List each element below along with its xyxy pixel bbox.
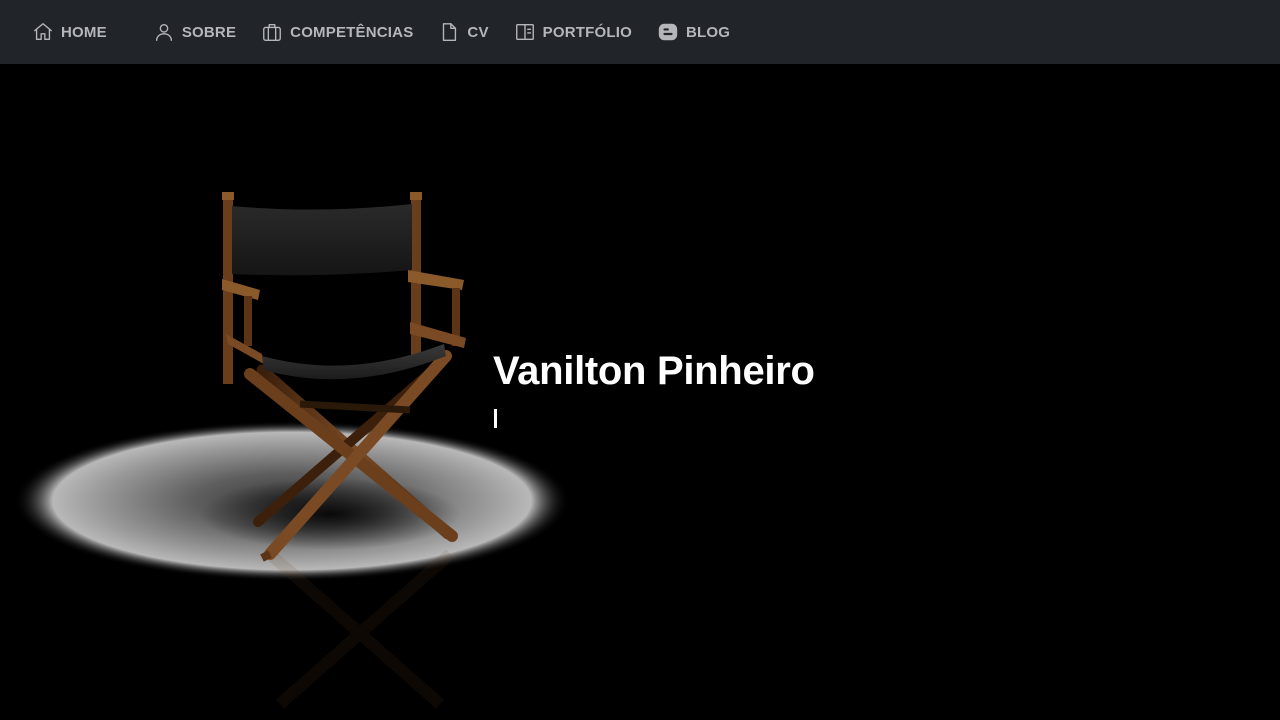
top-navbar: HOME SOBRE COMPETÊNCIAS CV PORTFÓLIO BLO… — [0, 0, 1280, 64]
briefcase-icon — [261, 21, 283, 43]
hero-section: Vanilton Pinheiro — [0, 64, 1280, 720]
nav-item-label: HOME — [61, 23, 107, 41]
nav-item-label: PORTFÓLIO — [542, 23, 632, 41]
nav-item-sobre[interactable]: SOBRE — [153, 0, 236, 64]
nav-item-label: BLOG — [685, 23, 731, 41]
nav-item-cv[interactable]: CV — [438, 0, 488, 64]
user-icon — [153, 21, 175, 43]
nav-item-label: SOBRE — [181, 23, 237, 41]
typed-text-cursor — [494, 409, 497, 428]
nav-item-label: COMPETÊNCIAS — [290, 23, 414, 41]
hero-name: Vanilton Pinheiro — [493, 349, 815, 393]
nav-item-blog[interactable]: BLOG — [657, 0, 730, 64]
nav-item-label: CV — [467, 23, 489, 41]
nav-item-competencias[interactable]: COMPETÊNCIAS — [261, 0, 413, 64]
blogger-icon — [657, 21, 679, 43]
nav-item-home[interactable]: HOME — [32, 0, 107, 64]
file-icon — [438, 21, 460, 43]
nav-item-portfolio[interactable]: PORTFÓLIO — [514, 0, 632, 64]
home-icon — [32, 21, 54, 43]
layout-icon — [514, 21, 536, 43]
